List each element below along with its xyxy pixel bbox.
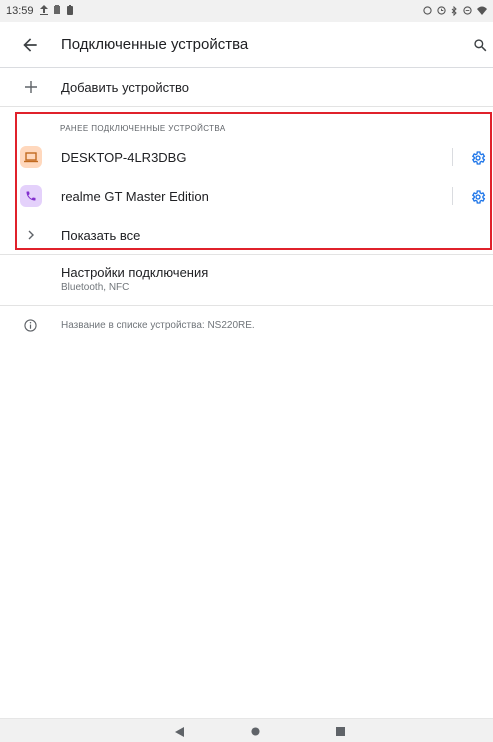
notification-icon — [53, 4, 61, 18]
info-icon — [0, 318, 61, 332]
info-row: Название в списке устройства: NS220RE. — [0, 313, 493, 337]
navigation-bar — [0, 718, 493, 742]
connection-settings-subtitle: Bluetooth, NFC — [61, 282, 130, 293]
divider — [0, 305, 493, 306]
device-name-info: Название в списке устройства: NS220RE. — [61, 319, 255, 331]
divider — [0, 106, 493, 107]
back-arrow-icon[interactable] — [20, 35, 40, 55]
clock-icon — [437, 6, 446, 15]
alarm-icon — [423, 6, 432, 15]
plus-icon — [0, 80, 61, 94]
battery-saver-icon — [66, 4, 74, 18]
add-device-row[interactable]: Добавить устройство — [0, 68, 493, 106]
nav-recents-icon[interactable] — [336, 727, 345, 736]
divider — [0, 254, 493, 255]
status-time: 13:59 — [6, 5, 34, 17]
app-bar: Подключенные устройства — [0, 22, 493, 68]
status-icons-right — [423, 6, 487, 16]
connection-settings-label: Настройки подключения — [61, 265, 209, 280]
highlight-box — [15, 112, 492, 250]
data-saver-icon — [463, 6, 472, 15]
wifi-icon — [477, 6, 487, 15]
add-device-label: Добавить устройство — [61, 79, 190, 95]
nav-back-icon[interactable] — [175, 727, 184, 737]
upload-icon — [39, 4, 48, 18]
status-bar: 13:59 — [0, 0, 493, 22]
nav-home-icon[interactable] — [251, 727, 260, 736]
bluetooth-icon — [451, 6, 457, 16]
page-title: Подключенные устройства — [61, 36, 249, 53]
search-icon[interactable] — [473, 38, 487, 52]
connection-settings-row[interactable]: Настройки подключения Bluetooth, NFC — [0, 258, 493, 300]
